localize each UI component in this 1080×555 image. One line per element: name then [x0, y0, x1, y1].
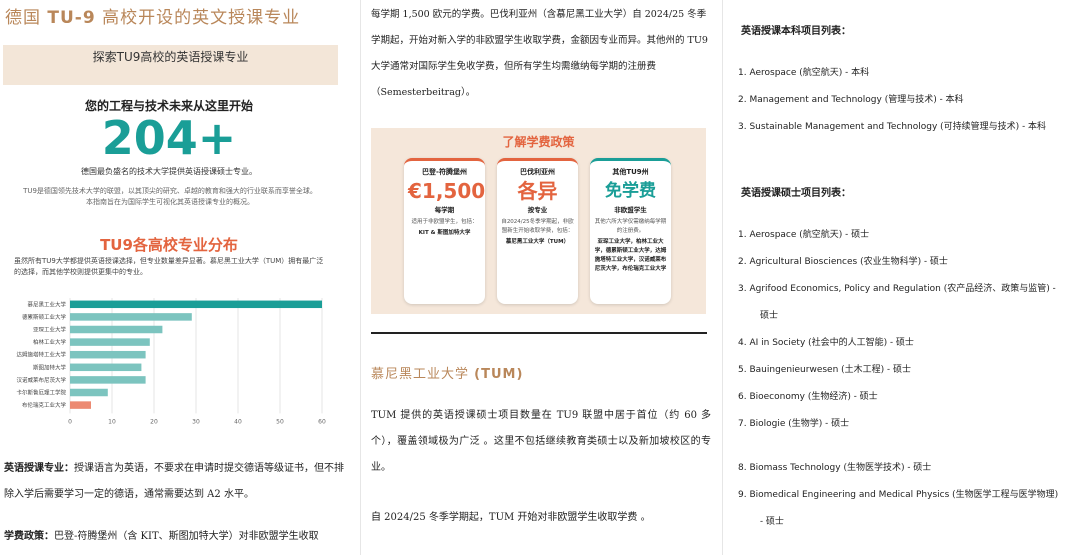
bar [70, 300, 322, 309]
tuition-card-other: 其他TU9州 免学费 非欧盟学生 其他六所大学仅需缴纳每学期的注册费。 亚琛工业… [590, 158, 671, 304]
bar [70, 401, 91, 409]
card-schools: 慕尼黑工业大学（TUM） [505, 239, 570, 245]
program-count: 204+ [101, 111, 237, 165]
tuition-paragraph: 每学期 1,500 欧元的学费。巴伐利亚州（含慕尼黑工业大学）自 2024/25… [371, 9, 708, 98]
x-tick-label: 0 [68, 418, 72, 424]
list-item: 6. Bioeconomy (生物经济) - 硕士 [738, 392, 878, 402]
card-note: 其他六所大学仅需缴纳每学期的注册费。 [594, 219, 667, 234]
y-tick-label: 慕尼黑工业大学 [27, 300, 66, 308]
bar [70, 376, 146, 384]
bachelor-list: 1. Aerospace (航空航天) - 本科 2. Management a… [738, 60, 1080, 141]
right-column: 英语授课本科项目列表： 1. Aerospace (航空航天) - 本科 2. … [722, 0, 1080, 555]
distribution-description: 虽然所有TU9大学都提供英语授课选择，但专业数量差异显著。慕尼黑工业大学（TUM… [14, 257, 324, 276]
card-region: 巴伐利亚州 [520, 168, 555, 176]
list-item: 3. Sustainable Management and Technology… [738, 122, 1046, 132]
list-item: 7. Biologie (生物学) - 硕士 [738, 419, 850, 429]
hero-subtitle: 德国最负盛名的技术大学提供英语授课硕士专业。 [81, 167, 257, 176]
x-tick-label: 10 [108, 418, 116, 424]
card-note: 适用于非欧盟学生，包括： [411, 219, 478, 225]
x-tick-label: 30 [192, 418, 200, 424]
y-tick-label: 布伦瑞克工业大学 [22, 401, 67, 409]
bar [70, 388, 108, 397]
section-divider [371, 332, 707, 334]
x-tick-label: 40 [234, 418, 242, 424]
list-item: 3. Agrifood Economics, Policy and Regula… [738, 284, 1056, 294]
card-value: 免学费 [605, 181, 656, 201]
x-tick-label: 50 [276, 418, 284, 424]
list-item: 9. Biomedical Engineering and Medical Ph… [738, 490, 1059, 500]
card-region: 巴登-符腾堡州 [422, 168, 467, 176]
list-item: 2. Management and Technology (管理与技术) - 本… [738, 95, 964, 105]
card-value: 各异 [517, 179, 558, 203]
card-unit: 非欧盟学生 [614, 206, 647, 214]
card-region: 其他TU9州 [612, 168, 649, 176]
y-tick-label: 卡尔斯鲁厄理工学院 [16, 389, 66, 397]
tuition-title: 了解学费政策 [502, 135, 575, 149]
card-value: €1,500 [408, 179, 486, 203]
y-tick-label: 亚琛工业大学 [33, 326, 67, 334]
tuition-infographic: 了解学费政策 巴登-符腾堡州 €1,500 每学期 适用于非欧盟学生，包括： K… [371, 128, 706, 314]
document-title: 德国 TU-9 高校开设的英文授课专业 [5, 8, 301, 28]
card-note: 自2024/25冬季学期起，非欧盟新生开始收取学费，包括： [501, 219, 574, 234]
bar-chart-svg: 0 10 20 30 40 50 60 慕尼黑工业大学德累斯顿工业大学亚琛工业大学柏林工业大学… [16, 298, 326, 425]
card-unit: 按专业 [527, 206, 548, 214]
y-tick-label: 斯图加特大学 [33, 363, 67, 371]
list-item: 8. Biomass Technology (生物医学技术) - 硕士 [738, 463, 932, 473]
list-item: 1. Aerospace (航空航天) - 本科 [738, 68, 870, 78]
list-item: 2. Agricultural Biosciences (农业生物科学) - 硕… [738, 257, 948, 267]
card-schools: 亚琛工业大学，柏林工业大学，德累斯顿工业大学，达姆施塔特工业大学，汉诺威莱布尼茨… [594, 239, 667, 272]
distribution-title: TU9各高校专业分布 [100, 236, 238, 254]
y-tick-label: 汉诺威莱布尼茨大学 [16, 376, 66, 384]
bar [70, 313, 192, 321]
y-tick-label: 达姆施塔特工业大学 [16, 351, 66, 359]
tum-fee-note: 自 2024/25 冬季学期起，TUM 开始对非欧盟学生收取学费 。 [371, 512, 651, 523]
master-list: 1. Aerospace (航空航天) - 硕士 2. Agricultural… [738, 222, 1080, 536]
x-tick-label: 60 [318, 418, 326, 424]
bar [70, 325, 163, 334]
bar [70, 350, 146, 359]
card-unit: 每学期 [434, 206, 455, 214]
list-item-continued: - 硕士 [760, 517, 784, 527]
list-item: 4. AI in Society (社会中的人工智能) - 硕士 [738, 338, 914, 348]
list-item: 1. Aerospace (航空航天) - 硕士 [738, 230, 870, 240]
tuition-card-bavaria: 巴伐利亚州 各异 按专业 自2024/25冬季学期起，非欧盟新生开始收取学费，包… [497, 158, 578, 304]
left-column: 德国 TU-9 高校开设的英文授课专业 探索TU9高校的英语授课专业 您的工程与… [0, 0, 350, 555]
explore-banner: 探索TU9高校的英语授课专业 [3, 45, 338, 85]
program-distribution-chart: 0 10 20 30 40 50 60 慕尼黑工业大学 德累斯顿工业大学亚琛工业大学 柏林工业大学… [0, 294, 340, 428]
master-list-title: 英语授课硕士项目列表： [741, 188, 851, 199]
y-tick-label: 柏林工业大学 [33, 338, 67, 346]
tuition-policy-paragraph: 学费政策：巴登-符腾堡州（含 KIT、斯图加特大学）对非欧盟学生收取 [4, 531, 319, 542]
y-tick-label: 德累斯顿工业大学 [22, 313, 67, 321]
x-tick-label: 20 [150, 418, 158, 424]
tum-heading: 慕尼黑工业大学 (TUM) [371, 367, 524, 382]
tuition-card-bw: 巴登-符腾堡州 €1,500 每学期 适用于非欧盟学生，包括： KIT & 斯图… [404, 158, 485, 304]
bar [70, 363, 142, 372]
bachelor-list-title: 英语授课本科项目列表： [741, 26, 851, 37]
list-item-continued: 硕士 [760, 311, 779, 321]
list-item: 5. Bauingenieurwesen (土木工程) - 硕士 [738, 365, 911, 375]
tum-paragraph: TUM 提供的英语授课硕士项目数量在 TU9 联盟中居于首位（约 60 多个），… [371, 410, 711, 473]
english-programs-paragraph: 英语授课专业：授课语言为英语，不要求在申请时提交德语等级证书，但不排除入学后需要… [4, 463, 344, 500]
card-schools: KIT & 斯图加特大学 [418, 230, 471, 236]
bar [70, 338, 150, 346]
middle-column: 每学期 1,500 欧元的学费。巴伐利亚州（含慕尼黑工业大学）自 2024/25… [360, 0, 720, 555]
hero-description: TU9是德国领先技术大学的联盟，以其顶尖的研究、卓越的教育和强大的行业联系而享誉… [23, 187, 317, 206]
